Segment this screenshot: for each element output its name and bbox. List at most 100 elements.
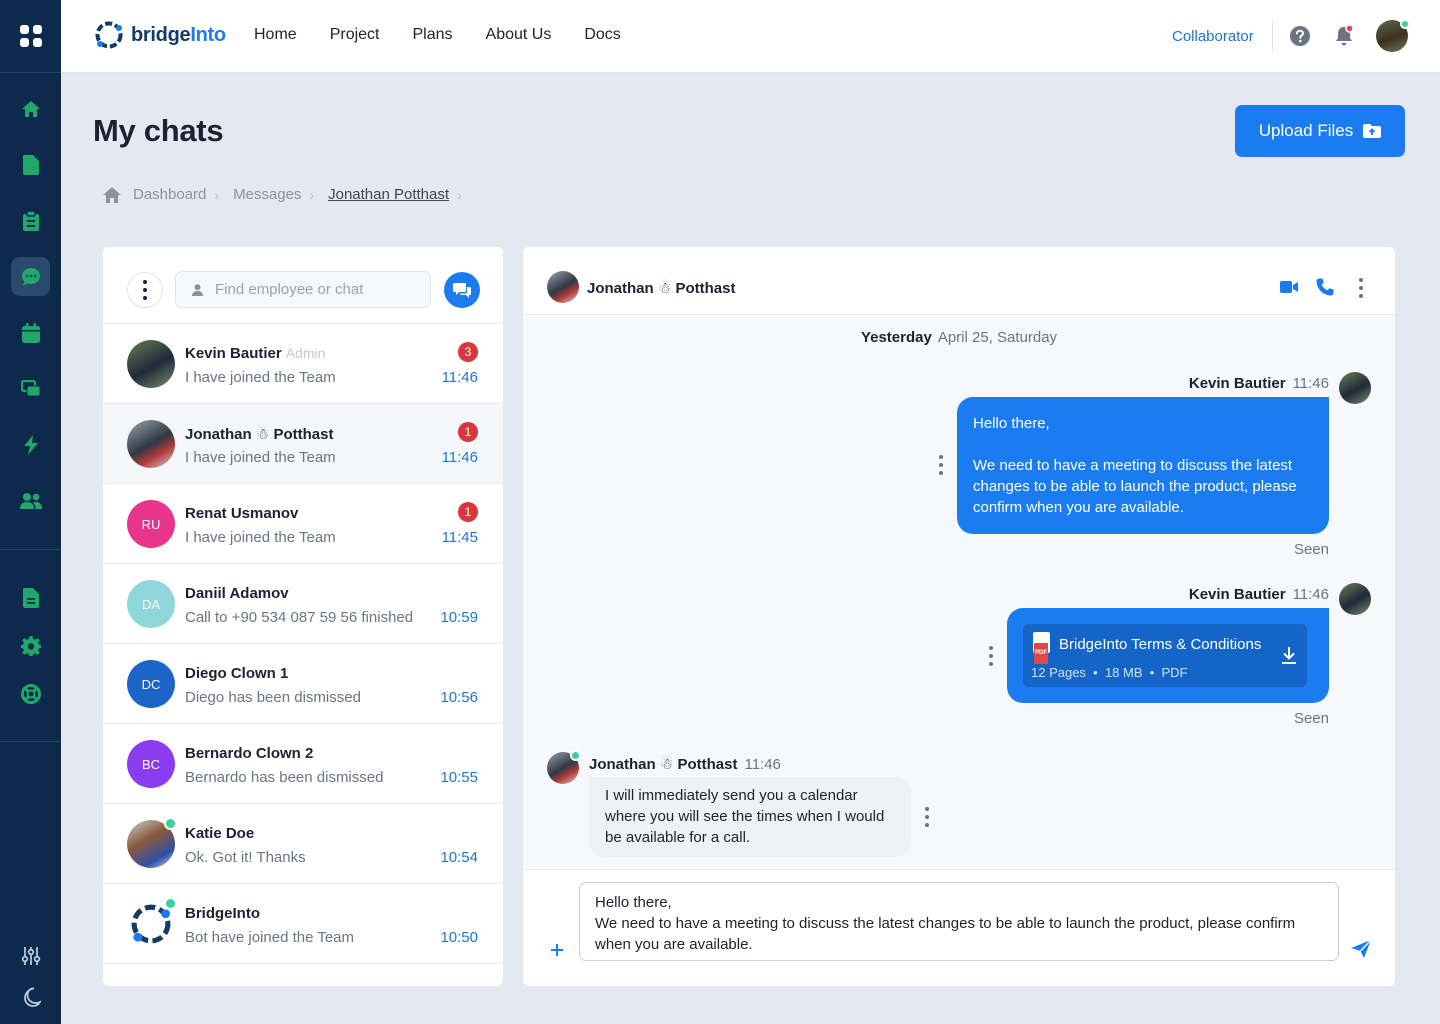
contact-name: Katie Doe: [185, 825, 255, 842]
support-lifebuoy-icon[interactable]: [11, 674, 50, 713]
phone-call-icon[interactable]: [1313, 275, 1337, 299]
last-message-time: 10:50: [440, 929, 478, 946]
chat-list-item[interactable]: Katie Doe Ok. Got it! Thanks 10:54: [103, 804, 503, 884]
sliders-icon[interactable]: [11, 936, 50, 975]
chevron-right-icon: ›: [309, 186, 315, 203]
last-message-preview: Diego has been dismissed: [185, 689, 361, 706]
chat-list-item[interactable]: Kevin Bautier Admin I have joined the Tea…: [103, 324, 503, 404]
pdf-file-icon: PDF: [1033, 632, 1050, 664]
home-icon[interactable]: [11, 89, 50, 128]
rail-divider: [0, 741, 61, 742]
header-divider: [1272, 20, 1273, 52]
chat-bubbles-icon: [453, 283, 471, 298]
brand-logo[interactable]: bridgeInto: [94, 20, 226, 50]
message-composer: [523, 869, 1395, 986]
calendar-icon[interactable]: [11, 313, 50, 352]
top-bar: bridgeInto Home Project Plans About Us D…: [61, 0, 1440, 73]
download-icon[interactable]: [1281, 646, 1297, 664]
breadcrumb-home-icon[interactable]: [103, 186, 121, 203]
breadcrumb-dashboard[interactable]: Dashboard: [133, 186, 206, 203]
help-icon[interactable]: [1288, 24, 1312, 48]
contact-avatar[interactable]: [547, 271, 579, 303]
upload-files-button[interactable]: Upload Files: [1235, 105, 1405, 157]
chat-list-header: [103, 247, 503, 324]
chat-list-item[interactable]: DC Diego Clown 1 Diego has been dismisse…: [103, 644, 503, 724]
message-options-icon[interactable]: [922, 807, 932, 827]
chevron-right-icon: ›: [457, 186, 462, 203]
nav-plans[interactable]: Plans: [412, 26, 452, 44]
online-status-dot: [1400, 19, 1410, 29]
nav-docs[interactable]: Docs: [584, 26, 620, 44]
chat-list-panel: Kevin BautierAdmin I have joined the Tea…: [103, 247, 503, 986]
main-nav: Home Project Plans About Us Docs: [254, 26, 654, 44]
pdf-badge: PDF: [1034, 643, 1048, 664]
last-message-time: 10:56: [440, 689, 478, 706]
contact-name[interactable]: Jonathan ☃ Potthast: [587, 279, 735, 297]
nav-project[interactable]: Project: [330, 26, 380, 44]
conversation-menu-icon[interactable]: [1356, 278, 1366, 298]
chat-list-item[interactable]: Jonathan ☃ Potthast I have joined the Te…: [103, 404, 503, 484]
message-greeting: Hello there,: [973, 415, 1050, 432]
send-icon[interactable]: [1351, 940, 1371, 958]
add-attachment-icon[interactable]: [551, 944, 563, 956]
report-icon[interactable]: [11, 578, 50, 617]
last-message-preview: I have joined the Team: [185, 529, 336, 546]
online-status-dot: [164, 897, 177, 910]
contact-name: Kevin Bautier Admin: [185, 345, 326, 362]
settings-gear-icon[interactable]: [11, 626, 50, 665]
chat-list-item[interactable]: DA Daniil Adamov Call to +90 534 087 59 …: [103, 564, 503, 644]
last-message-time: 10:55: [440, 769, 478, 786]
contact-name: Daniil Adamov: [185, 585, 289, 602]
sender-avatar: [1339, 583, 1371, 615]
unread-count-badge: 3: [458, 342, 478, 362]
contact-name: Jonathan ☃ Potthast: [185, 426, 334, 443]
contact-avatar: [127, 420, 175, 468]
message-options-icon[interactable]: [986, 646, 996, 666]
breadcrumb-messages[interactable]: Messages: [233, 186, 301, 203]
chat-icon[interactable]: [11, 257, 50, 296]
collaborator-link[interactable]: Collaborator: [1172, 28, 1254, 45]
last-message-preview: Call to +90 534 087 59 56 finished: [185, 609, 414, 626]
new-chat-button[interactable]: [444, 272, 480, 308]
last-message-time: 11:45: [441, 529, 478, 546]
day-separator: Yesterday April 25, Saturday: [860, 329, 1058, 346]
contact-name: BridgeInto: [185, 905, 260, 922]
chat-list-item[interactable]: BC Bernardo Clown 2 Bernardo has been di…: [103, 724, 503, 804]
file-attachment[interactable]: PDF BridgeInto Terms & Conditions 12 Pag…: [1023, 624, 1307, 687]
nav-about-us[interactable]: About Us: [486, 26, 552, 44]
clipboard-icon[interactable]: [11, 201, 50, 240]
last-message-time: 10:59: [440, 609, 478, 626]
notifications-bell-icon[interactable]: [1332, 24, 1356, 48]
last-message-preview: I have joined the Team: [185, 449, 336, 466]
bolt-icon[interactable]: [11, 425, 50, 464]
video-call-icon[interactable]: [1277, 275, 1301, 299]
chat-list-menu-button[interactable]: [127, 272, 163, 308]
users-icon[interactable]: [11, 481, 50, 520]
message-bubble-outgoing: Hello there, We need to have a meeting t…: [957, 397, 1329, 534]
breadcrumb-current[interactable]: Jonathan Potthast: [328, 186, 449, 203]
file-details: 12 Pages • 18 MB • PDF: [1031, 665, 1188, 680]
windows-icon[interactable]: [11, 369, 50, 408]
apps-grid-icon[interactable]: [0, 0, 61, 73]
file-name: BridgeInto Terms & Conditions: [1059, 636, 1262, 653]
contact-role: Admin: [285, 345, 326, 361]
last-message-preview: Ok. Got it! Thanks: [185, 849, 306, 866]
last-message-preview: Bernardo has been dismissed: [185, 769, 384, 786]
online-status-dot: [570, 750, 581, 761]
breadcrumb: Dashboard › Messages › Jonathan Potthast…: [103, 186, 476, 203]
chat-list-item[interactable]: RU Renat Usmanov I have joined the Team …: [103, 484, 503, 564]
contact-avatar: [127, 340, 175, 388]
nav-home[interactable]: Home: [254, 26, 297, 44]
message-options-icon[interactable]: [936, 455, 946, 475]
document-icon[interactable]: [11, 145, 50, 184]
dark-mode-moon-icon[interactable]: [11, 977, 50, 1016]
message-input[interactable]: [579, 882, 1339, 961]
folder-upload-icon: [1363, 124, 1382, 138]
chat-list-item[interactable]: BridgeInto Bot have joined the Team 10:5…: [103, 884, 503, 964]
message-text: I will immediately send you a calendar w…: [605, 787, 885, 846]
contact-avatar: BC: [127, 740, 175, 788]
chevron-right-icon: ›: [214, 186, 220, 203]
conversation-panel: Jonathan ☃ Potthast Yesterday April 25, S…: [523, 247, 1395, 986]
search-input[interactable]: [215, 281, 415, 298]
chat-list: Kevin Bautier Admin I have joined the Tea…: [103, 324, 503, 964]
